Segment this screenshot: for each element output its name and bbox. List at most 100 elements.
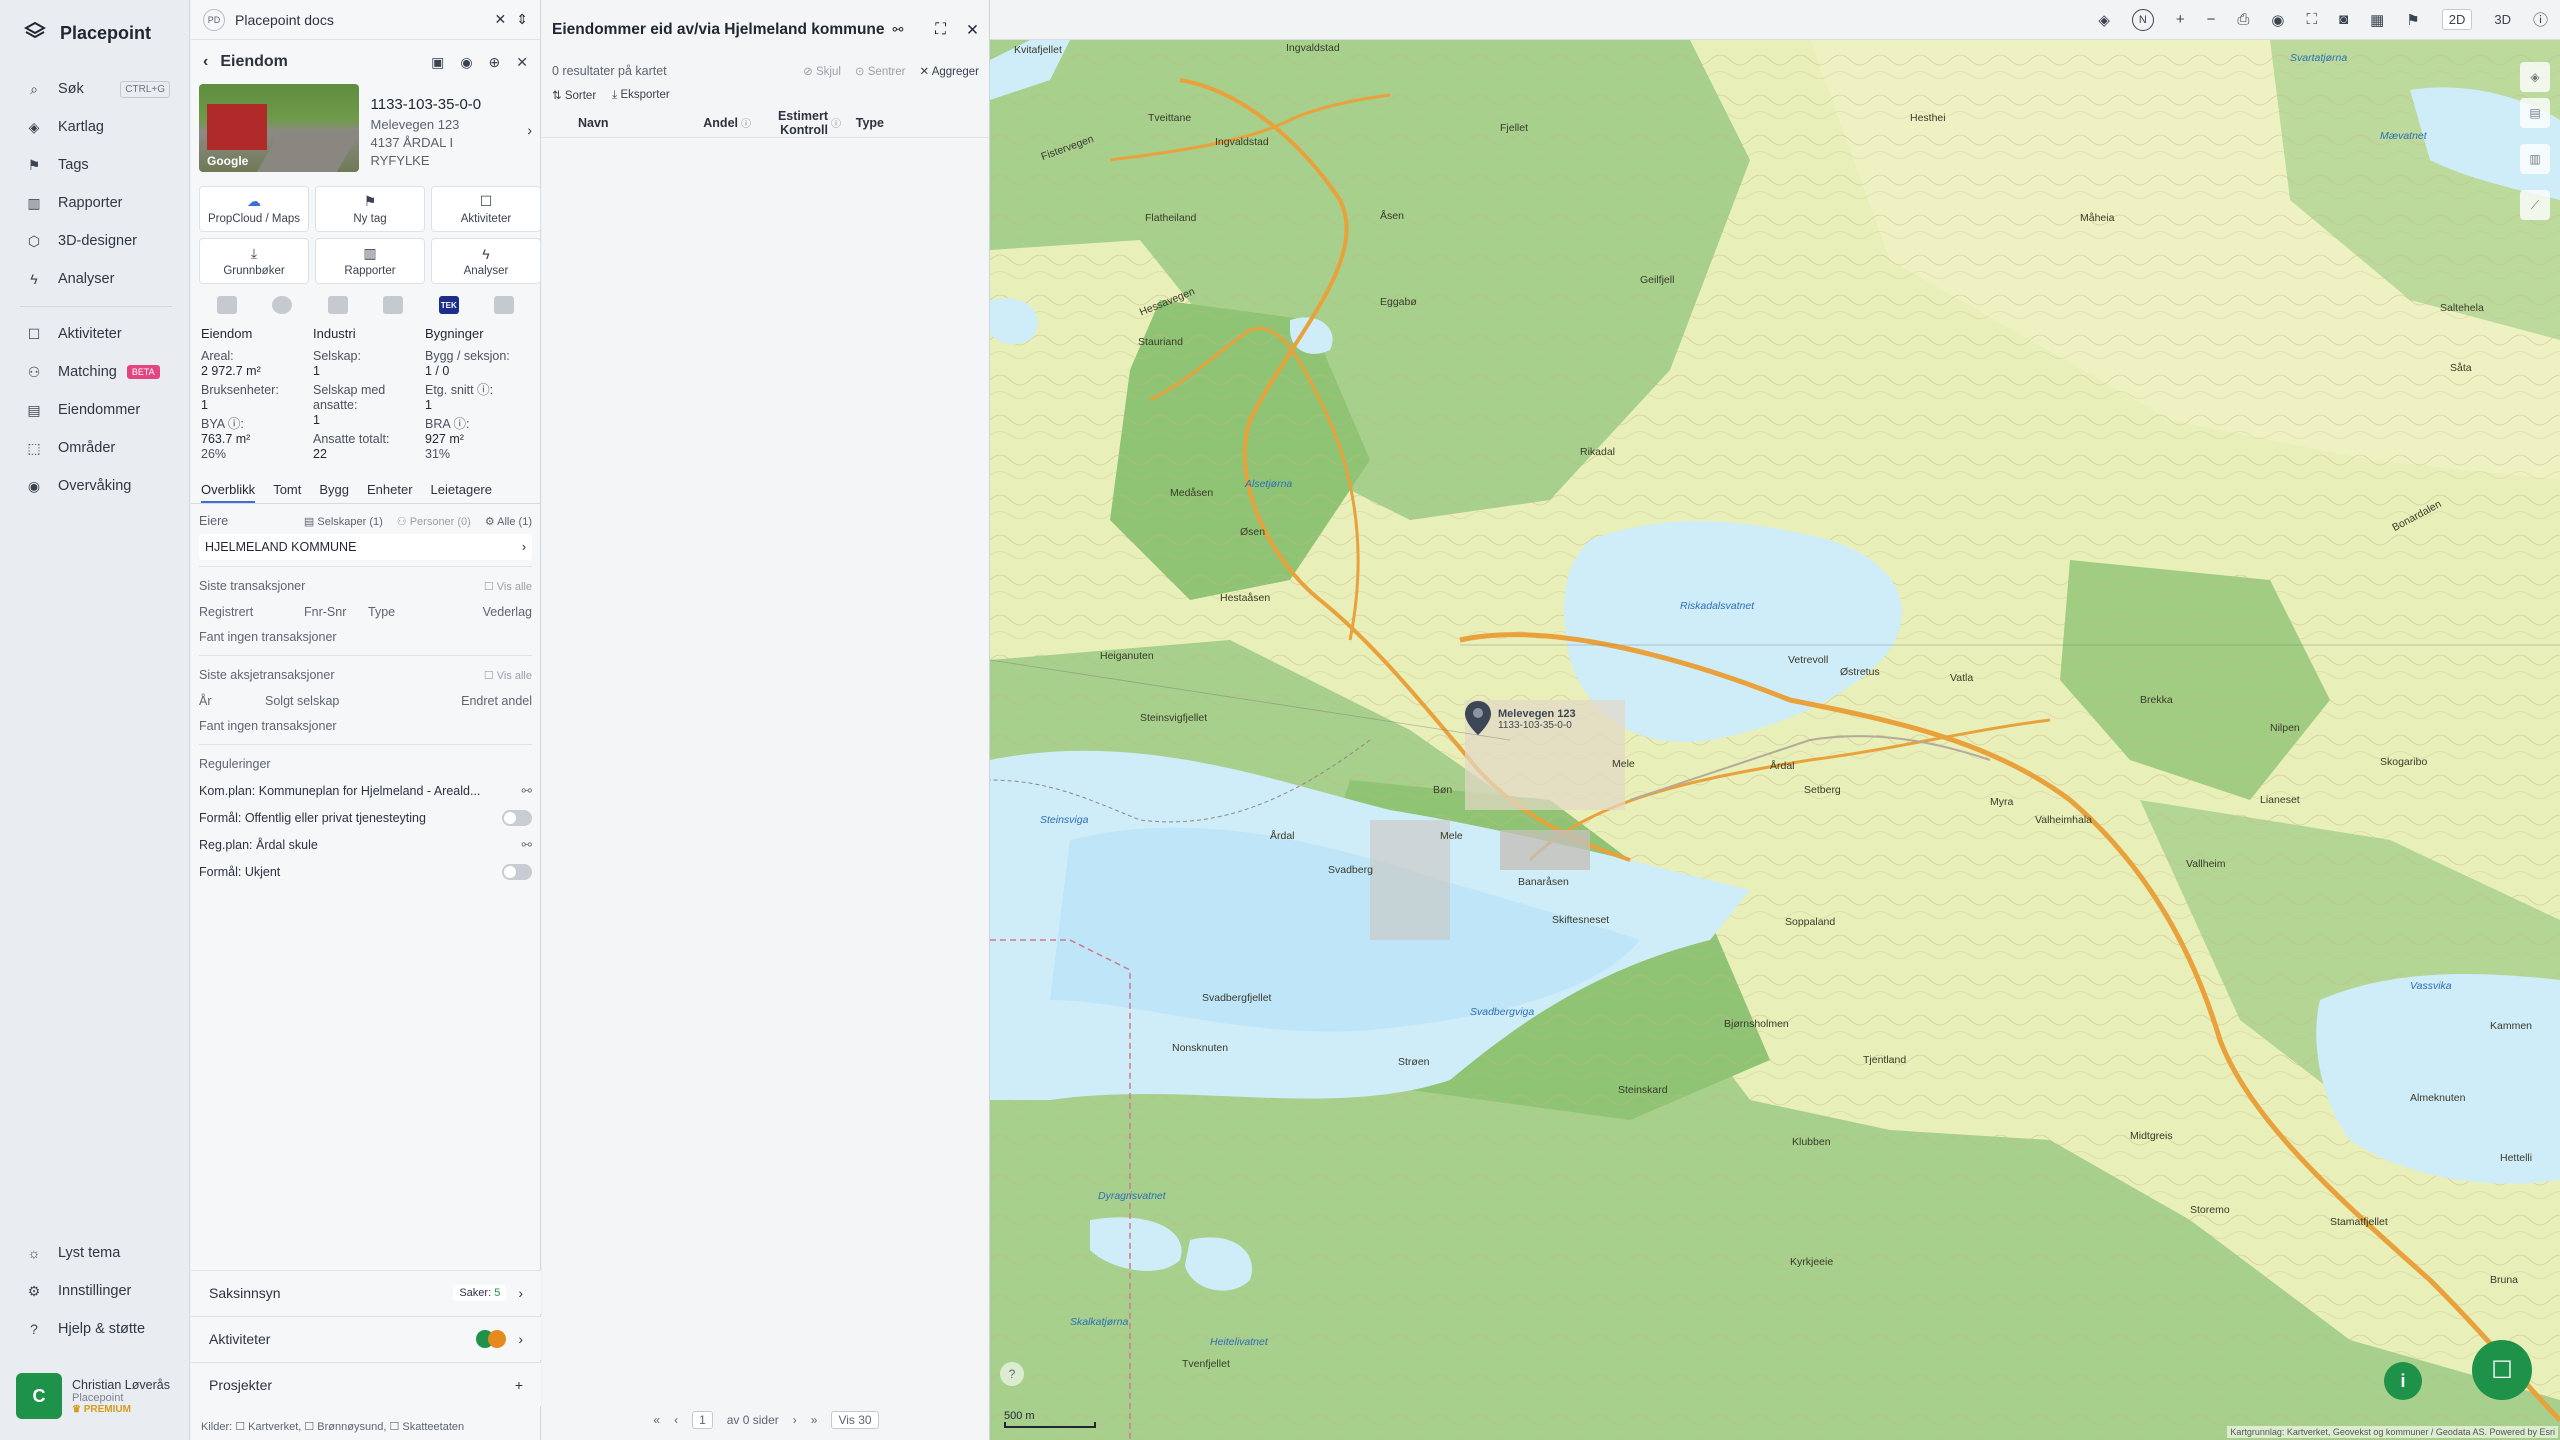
nav-item-analyser[interactable]: ϟ Analyser (14, 260, 178, 298)
map-canvas[interactable]: Kvitafjellet Tveittane Ingvaldstad Ingva… (990, 40, 2560, 1440)
bars-icon[interactable] (383, 296, 404, 314)
regulation-row[interactable]: Formål: Ukjent (199, 858, 532, 885)
info-icon[interactable]: ⓘ (2533, 9, 2548, 30)
eye-icon[interactable]: ◉ (2271, 11, 2284, 29)
close-icon[interactable]: ✕ (516, 54, 528, 71)
chevron-updown-icon[interactable]: ⇕ (516, 11, 528, 28)
analyses-button[interactable]: ϟ Analyser (431, 238, 541, 284)
property-summary[interactable]: Google 1133-103-35-0-0 Melevegen 123 413… (191, 84, 540, 176)
view-all-link[interactable]: ☐ Vis alle (484, 669, 532, 682)
first-page-icon[interactable]: « (653, 1413, 660, 1427)
3d-toggle[interactable]: 3D (2494, 12, 2511, 27)
filter-selskaper[interactable]: ▤ Selskaper (1) (304, 515, 383, 528)
nav-item-search[interactable]: ⌕ Søk CTRL+G (14, 70, 178, 108)
nav-item-overvaking[interactable]: ◉ Overvåking (14, 467, 178, 505)
back-icon[interactable]: ‹ (203, 53, 208, 71)
brand[interactable]: Placepoint (23, 20, 151, 47)
map-measure-control[interactable]: ⟋ (2520, 190, 2550, 220)
reports-button[interactable]: ▥ Rapporter (315, 238, 425, 284)
tab-enheter[interactable]: Enheter (367, 478, 413, 503)
last-page-icon[interactable]: » (811, 1413, 818, 1427)
zoom-in-icon[interactable]: + (2176, 11, 2185, 28)
column-header[interactable]: Estimert Kontroll (754, 109, 828, 137)
aggregate-button[interactable]: ✕ Aggreger (919, 64, 979, 78)
map-table-control[interactable]: ▤ (2520, 98, 2550, 128)
zoom-out-icon[interactable]: − (2207, 11, 2216, 28)
prev-page-icon[interactable]: ‹ (674, 1413, 678, 1427)
nav-item-rapporter[interactable]: ▥ Rapporter (14, 184, 178, 222)
grid-icon[interactable] (216, 296, 237, 314)
user-card[interactable]: C Christian Løverås Placepoint ♛ PREMIUM (16, 1368, 176, 1424)
tek-icon[interactable]: TEK (438, 296, 459, 314)
nav-item-theme[interactable]: ☼ Lyst tema (14, 1234, 178, 1272)
toggle-switch[interactable] (502, 863, 532, 880)
activities-button[interactable]: ☐ Aktiviteter (431, 186, 541, 232)
prosjekter-row[interactable]: Prosjekter + (191, 1362, 541, 1406)
grunnboker-button[interactable]: ⤓ Grunnbøker (199, 238, 309, 284)
compass-icon[interactable]: N (2131, 8, 2154, 31)
next-page-icon[interactable]: › (793, 1413, 797, 1427)
new-tag-button[interactable]: ⚑ Ny tag (315, 186, 425, 232)
regulation-row[interactable]: Reg.plan: Årdal skule ⚯ (199, 831, 532, 858)
regulation-row[interactable]: Formål: Offentlig eller privat tjenestey… (199, 804, 532, 831)
tab-leietagere[interactable]: Leietagere (431, 478, 492, 503)
nav-item-matching[interactable]: ⚇ Matching BETA (14, 353, 178, 391)
nav-item-kartlag[interactable]: ◈ Kartlag (14, 108, 178, 146)
doc-title[interactable]: Placepoint docs (235, 12, 334, 28)
2d-toggle[interactable]: 2D (2441, 9, 2473, 30)
nav-item-settings[interactable]: ⚙ Innstillinger (14, 1272, 178, 1310)
nav-item-eiendommer[interactable]: ▤ Eiendommer (14, 391, 178, 429)
property-photo[interactable]: Google (199, 84, 359, 172)
link-icon[interactable]: ⚯ (893, 22, 904, 38)
tab-bygg[interactable]: Bygg (319, 478, 349, 503)
plus-icon[interactable]: + (515, 1377, 523, 1393)
layers-icon[interactable]: ◈ (2098, 11, 2110, 29)
help-icon[interactable]: ? (1000, 1362, 1024, 1386)
toggle-switch[interactable] (502, 809, 532, 826)
page-size-select[interactable]: Vis 30 (831, 1411, 879, 1429)
eye-icon[interactable]: ◉ (460, 54, 472, 71)
propcloud-button[interactable]: ☁ PropCloud / Maps (199, 186, 309, 232)
center-button[interactable]: ⊙ Sentrer (855, 64, 906, 78)
expand-icon[interactable]: ⛶ (935, 21, 946, 40)
print-icon[interactable]: ⎙ (2237, 11, 2249, 28)
nav-item-aktiviteter[interactable]: ☐ Aktiviteter (14, 315, 178, 353)
map-layer-control[interactable]: ◈ (2520, 62, 2550, 92)
owner-row[interactable]: HJELMELAND KOMMUNE › (199, 534, 532, 560)
regulation-row[interactable]: Kom.plan: Kommuneplan for Hjelmeland - A… (199, 777, 532, 804)
tab-tomt[interactable]: Tomt (273, 478, 301, 503)
sort-button[interactable]: ⇅ Sorter (552, 88, 596, 102)
nav-item-omrader[interactable]: ⬚ Områder (14, 429, 178, 467)
grid-icon[interactable]: ▦ (2370, 11, 2384, 29)
column-header[interactable]: Andel (684, 116, 738, 130)
filter-personer[interactable]: ⚇ Personer (0) (397, 515, 471, 528)
chevron-right-icon[interactable]: › (527, 84, 532, 176)
info-button[interactable]: i (2384, 1362, 2422, 1400)
street-view-icon[interactable]: ▣ (431, 54, 444, 71)
bookmark-icon[interactable]: ⚑ (2406, 11, 2419, 29)
column-header[interactable]: Type (844, 116, 884, 130)
page-input[interactable]: 1 (692, 1411, 713, 1429)
link-icon[interactable]: ⚯ (522, 837, 532, 852)
view-all-link[interactable]: ☐ Vis alle (484, 580, 532, 593)
nav-item-3d-designer[interactable]: ⬡ 3D-designer (14, 222, 178, 260)
property-marker[interactable] (1464, 700, 1492, 741)
map-chart-control[interactable]: ▥ (2520, 144, 2550, 174)
close-icon[interactable]: ✕ (495, 11, 507, 28)
column-header[interactable]: Navn (542, 116, 684, 130)
globe-icon[interactable] (272, 296, 293, 314)
saksinnsyn-row[interactable]: Saksinnsyn Saker: 5 › (191, 1270, 541, 1314)
fullscreen-icon[interactable]: ⛶ (2307, 11, 2318, 28)
nav-item-tags[interactable]: ⚑ Tags (14, 146, 178, 184)
plant-icon[interactable] (327, 296, 348, 314)
link-icon[interactable]: ⚯ (522, 783, 532, 798)
info-icon[interactable]: ⓘ (828, 115, 844, 130)
tab-overblikk[interactable]: Overblikk (201, 478, 256, 503)
add-icon[interactable]: ⊕ (489, 54, 501, 71)
aktiviteter-row[interactable]: Aktiviteter › (191, 1316, 541, 1360)
hide-button[interactable]: ⊘ Skjul (803, 64, 841, 78)
filter-alle[interactable]: ⚙ Alle (1) (485, 515, 532, 528)
close-icon[interactable]: ✕ (966, 21, 979, 40)
home-icon[interactable] (494, 296, 515, 314)
export-button[interactable]: ⤓ Eksporter (612, 89, 670, 102)
